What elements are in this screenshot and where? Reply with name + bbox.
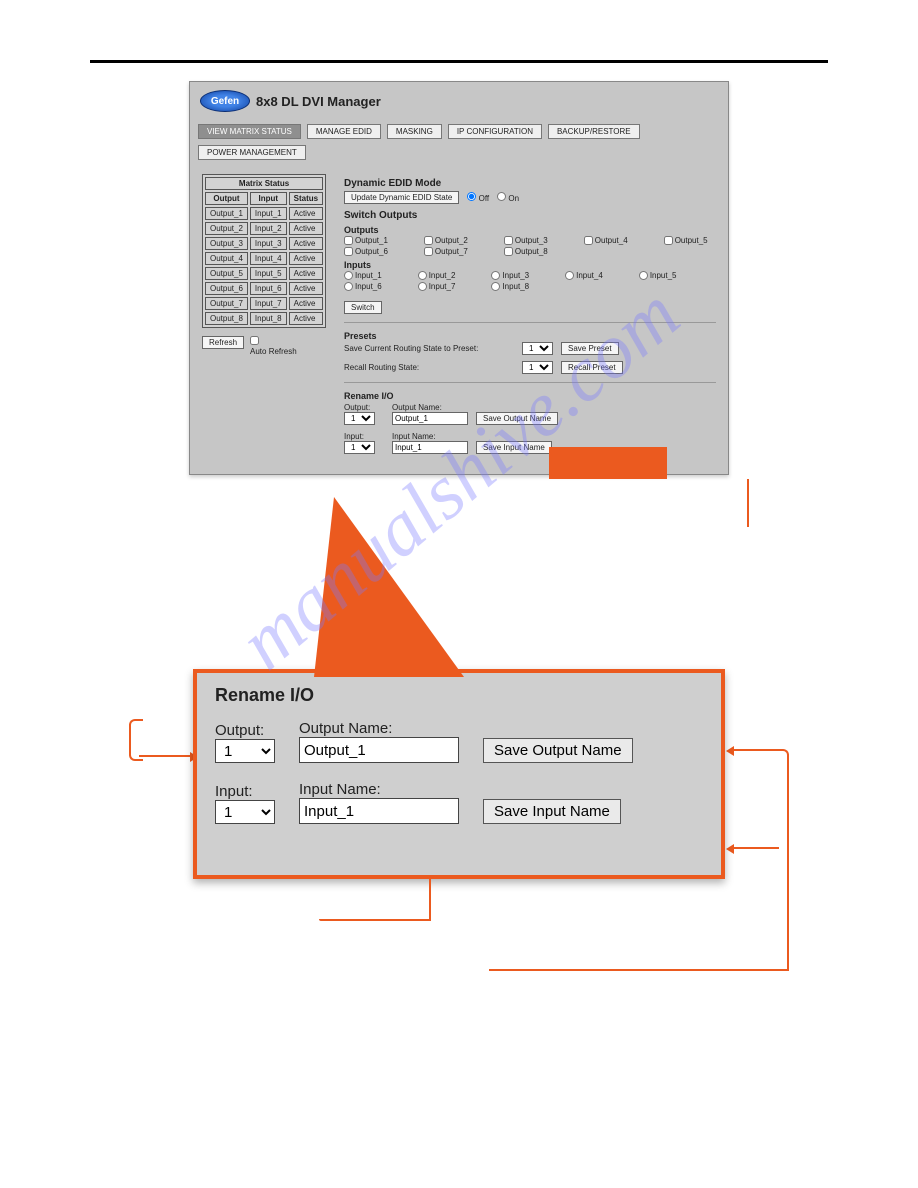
pointer-line	[139, 755, 195, 757]
input-radio[interactable]	[491, 282, 500, 291]
pointer-bracket	[129, 719, 143, 761]
zoom-output-name-label: Output Name:	[299, 720, 392, 737]
zoom-panel: Rename I/O Output: 1 Output Name: Save O…	[193, 669, 725, 879]
app-title: 8x8 DL DVI Manager	[256, 94, 381, 109]
output-checkbox[interactable]	[504, 236, 513, 245]
tab-manage-edid[interactable]: MANAGE EDID	[307, 124, 381, 139]
input-radio[interactable]	[565, 271, 574, 280]
pointer-connector	[777, 749, 789, 971]
matrix-status-table: Matrix Status Output Input Status Output…	[202, 174, 326, 328]
col-status: Status	[289, 192, 323, 205]
col-output: Output	[205, 192, 248, 205]
recall-preset-button[interactable]: Recall Preset	[561, 361, 623, 374]
input-name-label: Input Name:	[392, 432, 468, 441]
table-row: Output_7Input_7Active	[205, 297, 323, 310]
input-radio[interactable]	[418, 282, 427, 291]
pointer-connector	[429, 879, 431, 919]
save-preset-select[interactable]: 1	[522, 342, 553, 355]
input-radio[interactable]	[491, 271, 500, 280]
presets-title: Presets	[344, 331, 716, 341]
zoom-input-label: Input:	[215, 783, 253, 800]
input-radio[interactable]	[344, 271, 353, 280]
col-input: Input	[250, 192, 287, 205]
table-row: Output_4Input_4Active	[205, 252, 323, 265]
save-preset-button[interactable]: Save Preset	[561, 342, 619, 355]
edid-on-radio[interactable]	[497, 192, 506, 201]
output-checkbox[interactable]	[344, 236, 353, 245]
zoom-output-label: Output:	[215, 722, 264, 739]
update-edid-button[interactable]: Update Dynamic EDID State	[344, 191, 459, 204]
output-checkbox[interactable]	[344, 247, 353, 256]
zoom-input-name-label: Input Name:	[299, 781, 381, 798]
zoom-input-select[interactable]: 1	[215, 800, 275, 824]
output-name-input[interactable]	[392, 412, 468, 425]
table-row: Output_6Input_6Active	[205, 282, 323, 295]
zoom-pointer-icon	[314, 497, 464, 677]
output-checkbox[interactable]	[504, 247, 513, 256]
auto-refresh-label: Auto Refresh	[250, 347, 297, 356]
switch-button[interactable]: Switch	[344, 301, 382, 314]
pointer-connector	[489, 969, 789, 971]
zoom-output-select[interactable]: 1	[215, 739, 275, 763]
pointer-connector	[319, 919, 431, 921]
output-checkbox[interactable]	[424, 247, 433, 256]
table-row: Output_5Input_5Active	[205, 267, 323, 280]
refresh-button[interactable]: Refresh	[202, 336, 244, 349]
input-radio[interactable]	[418, 271, 427, 280]
screenshot-window: Gefen 8x8 DL DVI Manager VIEW MATRIX STA…	[189, 81, 729, 475]
recall-preset-select[interactable]: 1	[522, 361, 553, 374]
pointer-line	[729, 749, 779, 751]
save-output-name-button[interactable]: Save Output Name	[476, 412, 558, 425]
table-row: Output_2Input_2Active	[205, 222, 323, 235]
switch-outputs-title: Switch Outputs	[344, 210, 716, 221]
input-sel-label: Input:	[344, 432, 384, 441]
recall-preset-label: Recall Routing State:	[344, 363, 514, 372]
brand-logo: Gefen	[200, 90, 250, 112]
outputs-label: Outputs	[344, 225, 716, 235]
zoom-save-output-button[interactable]: Save Output Name	[483, 738, 633, 763]
zoom-input-name-input[interactable]	[299, 798, 459, 824]
table-row: Output_3Input_3Active	[205, 237, 323, 250]
output-sel-label: Output:	[344, 403, 384, 412]
matrix-title: Matrix Status	[205, 177, 323, 190]
input-radio[interactable]	[639, 271, 648, 280]
output-name-label: Output Name:	[392, 403, 468, 412]
output-checkbox[interactable]	[584, 236, 593, 245]
save-preset-label: Save Current Routing State to Preset:	[344, 344, 514, 353]
pointer-line	[729, 847, 779, 849]
auto-refresh-checkbox[interactable]	[250, 336, 259, 345]
zoom-rename-title: Rename I/O	[215, 685, 703, 706]
output-checkbox[interactable]	[424, 236, 433, 245]
output-checkbox[interactable]	[664, 236, 673, 245]
callout-tab	[549, 447, 667, 479]
rename-io-title: Rename I/O	[344, 391, 716, 401]
dynamic-edid-title: Dynamic EDID Mode	[344, 178, 716, 189]
table-row: Output_1Input_1Active	[205, 207, 323, 220]
input-radio[interactable]	[344, 282, 353, 291]
tab-view-matrix[interactable]: VIEW MATRIX STATUS	[198, 124, 301, 139]
table-row: Output_8Input_8Active	[205, 312, 323, 325]
inputs-label: Inputs	[344, 260, 716, 270]
tab-ip-config[interactable]: IP CONFIGURATION	[448, 124, 542, 139]
tab-power[interactable]: POWER MANAGEMENT	[198, 145, 306, 160]
output-select[interactable]: 1	[344, 412, 375, 425]
zoom-save-input-button[interactable]: Save Input Name	[483, 799, 621, 824]
edid-off-radio[interactable]	[467, 192, 476, 201]
tab-bar: VIEW MATRIX STATUS MANAGE EDID MASKING I…	[190, 120, 728, 164]
tab-backup[interactable]: BACKUP/RESTORE	[548, 124, 640, 139]
zoom-output-name-input[interactable]	[299, 737, 459, 763]
tab-masking[interactable]: MASKING	[387, 124, 442, 139]
